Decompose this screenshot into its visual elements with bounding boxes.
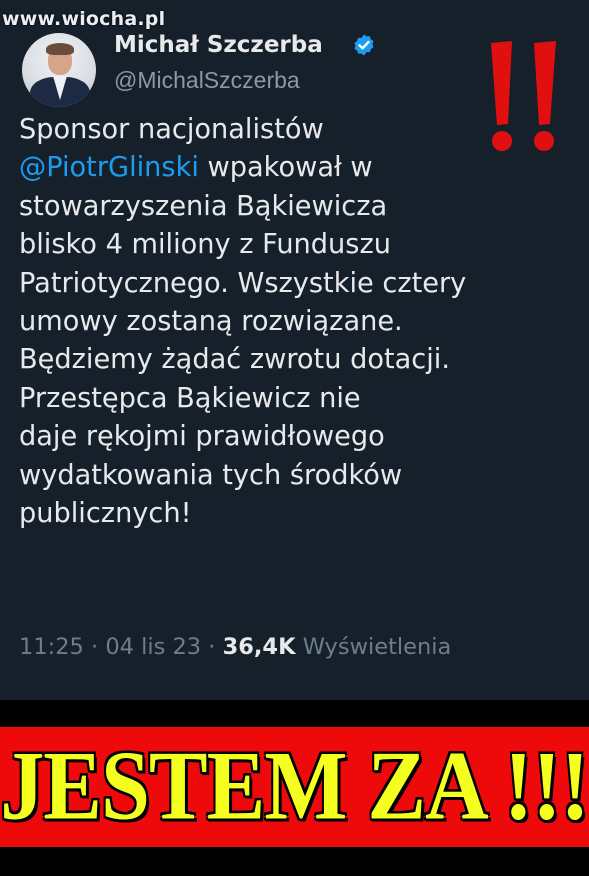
tweet-line: blisko 4 miliony z Funduszu xyxy=(19,229,391,261)
tweet-line: publicznych! xyxy=(19,498,192,530)
tweet-line: Sponsor nacjonalistów xyxy=(19,114,324,145)
tweet-line-text: wpakował w xyxy=(198,152,373,184)
tweet-card: www.wiocha.pl Michał Szczerba @MichalSzc… xyxy=(0,0,589,700)
meta-separator: · xyxy=(208,634,216,660)
views-label: Wyświetlenia xyxy=(302,634,452,660)
avatar[interactable] xyxy=(22,33,96,107)
tweet-line: daje rękojmi prawidłowego xyxy=(19,421,385,453)
tweet-line: Przestępca Bąkiewicz nie xyxy=(19,382,361,414)
tweet-line: wydatkowania tych środków xyxy=(19,459,403,491)
author-handle[interactable]: @MichalSzczerba xyxy=(114,67,300,94)
verified-badge-icon xyxy=(354,34,374,56)
divider-strip xyxy=(0,700,589,727)
banner-caption: JESTEM ZA !!! xyxy=(0,732,589,841)
tweet-line: umowy zostaną rozwiązane. xyxy=(19,306,403,338)
tweet-line: stowarzyszenia Bąkiewicza xyxy=(19,190,388,222)
tweet-text: Sponsor nacjonalistów @PiotrGlinski wpak… xyxy=(19,111,579,533)
tweet-date[interactable]: 04 lis 23 xyxy=(105,634,201,660)
views-count: 36,4K xyxy=(222,634,296,660)
site-watermark: www.wiocha.pl xyxy=(2,8,166,30)
author-name[interactable]: Michał Szczerba xyxy=(114,32,323,58)
bottom-strip xyxy=(0,847,589,876)
meta-separator: · xyxy=(91,634,99,660)
caption-banner: JESTEM ZA !!! xyxy=(0,727,589,847)
tweet-line: @PiotrGlinski wpakował w xyxy=(19,149,579,187)
mention-link[interactable]: @PiotrGlinski xyxy=(19,152,199,183)
tweet-line: Będziemy żądać zwrotu dotacji. xyxy=(19,344,451,376)
tweet-meta: 11:25 · 04 lis 23 · 36,4K Wyświetlenia xyxy=(19,634,451,660)
tweet-time[interactable]: 11:25 xyxy=(19,634,84,660)
tweet-line: Patriotycznego. Wszystkie cztery xyxy=(19,267,467,299)
